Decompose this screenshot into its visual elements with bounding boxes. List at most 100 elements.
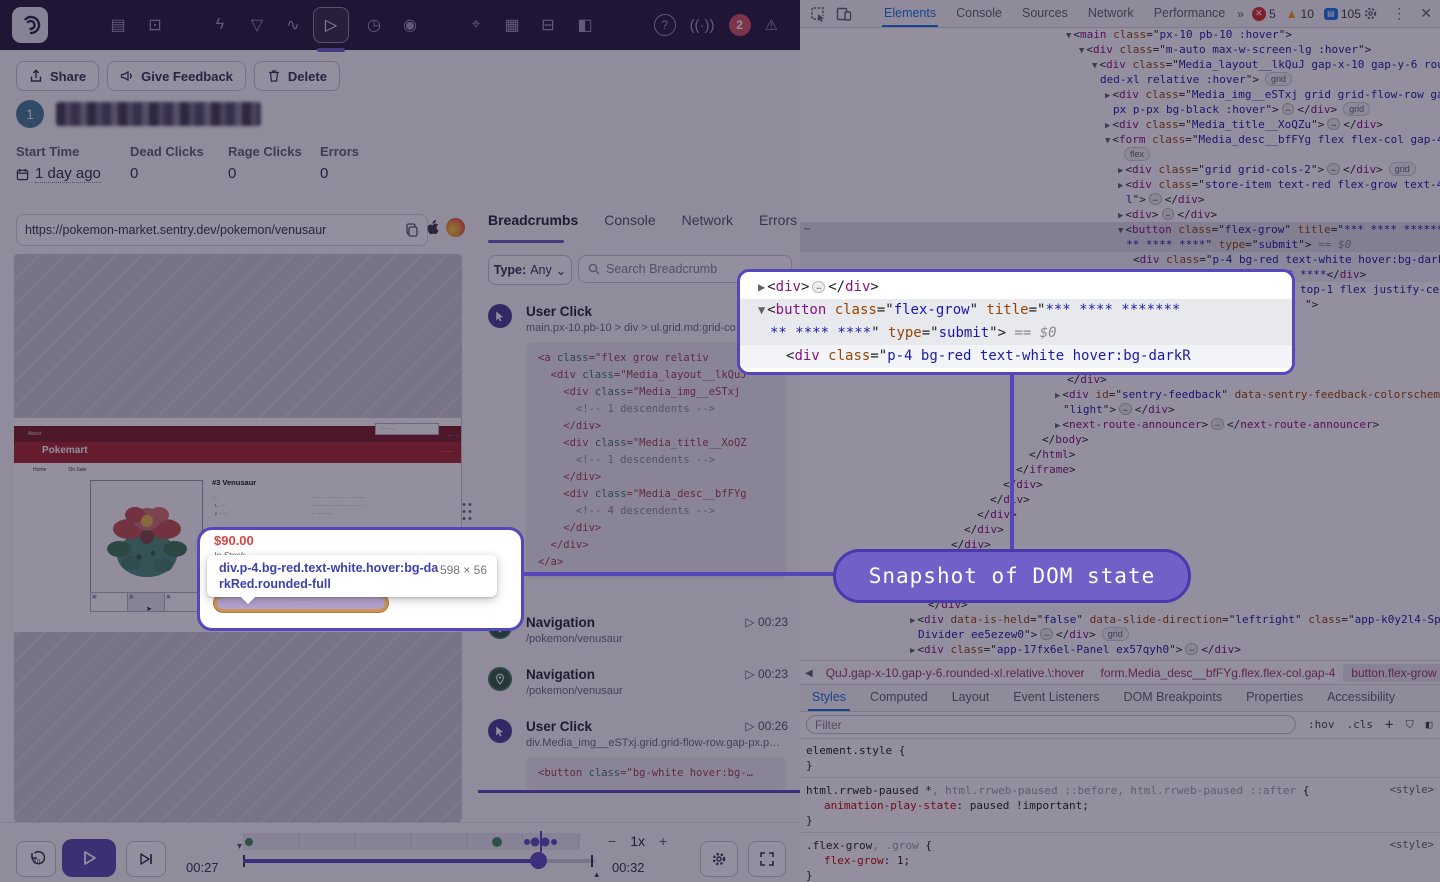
- speed-decrease-button[interactable]: −: [608, 833, 616, 849]
- nav-dashboards-icon[interactable]: ▦: [495, 8, 529, 42]
- dom-tree-row[interactable]: Divider ee5ezew0">…</div>grid: [800, 627, 1440, 642]
- style-rule[interactable]: .flex-grow, .grow {<style>flex-grow: 1;}: [800, 833, 1440, 882]
- dom-tree-row[interactable]: ▼<button class="flex-grow" title="*** **…: [800, 222, 1440, 237]
- timeline-scrubber[interactable]: ▾ ▴: [243, 853, 595, 869]
- give-feedback-button[interactable]: Give Feedback: [107, 61, 246, 91]
- player-settings-button[interactable]: [700, 841, 738, 877]
- timeline-event-dot[interactable]: [531, 837, 540, 846]
- devtools-tab-sources[interactable]: Sources: [1012, 0, 1078, 27]
- notification-badge[interactable]: 2: [729, 14, 751, 36]
- nav-issues-icon[interactable]: ▤: [101, 8, 135, 42]
- devtools-settings-icon[interactable]: [1363, 6, 1378, 21]
- panel-tab-layout[interactable]: Layout: [940, 685, 1002, 711]
- style-origin-link[interactable]: <style>: [1390, 783, 1434, 798]
- panel-tab-styles[interactable]: Styles: [800, 685, 858, 711]
- dom-tree-row[interactable]: </body>: [800, 432, 1440, 447]
- dom-tree-row[interactable]: ▶<div class="app-17fx6el-Panel ex57qyh0"…: [800, 642, 1440, 657]
- dom-tree-row[interactable]: ▶<div class="Media_img__eSTxj grid grid-…: [800, 87, 1440, 102]
- next-breadcrumb-button[interactable]: [126, 841, 166, 877]
- dom-tree-row[interactable]: px p-px bg-black :hover">…</div>grid: [800, 102, 1440, 117]
- style-property[interactable]: flex-grow: 1;: [806, 853, 1434, 868]
- page-nav-link[interactable]: Home: [33, 467, 46, 473]
- timeline-event-dot[interactable]: [541, 837, 550, 846]
- thumbnail-active[interactable]: ▣➤: [127, 592, 165, 612]
- rewind-10-button[interactable]: 10: [16, 841, 56, 877]
- timeline-event-dot[interactable]: [492, 837, 502, 847]
- breadcrumb-timestamp[interactable]: ▷ 00:26: [745, 719, 788, 733]
- timeline-event-dot[interactable]: [551, 839, 557, 845]
- dom-tree-row[interactable]: </div>: [800, 492, 1440, 507]
- dom-tree-row[interactable]: </div>: [800, 507, 1440, 522]
- nav-history-icon[interactable]: ◷: [357, 8, 391, 42]
- breadcrumb-scroll-left-icon[interactable]: ◀: [800, 668, 818, 679]
- speed-increase-button[interactable]: +: [659, 833, 667, 849]
- nav-profiling-icon[interactable]: ▽: [240, 8, 274, 42]
- dom-breadcrumb-selected[interactable]: button.flex-grow: [1343, 664, 1440, 682]
- breadcrumb-item-user-click[interactable]: User Clickdiv.Media_img__eSTxj.grid.grid…: [478, 719, 800, 790]
- devtools-tab-network[interactable]: Network: [1078, 0, 1144, 27]
- breadcrumb-item-navigation[interactable]: Navigation/pokemon/venusaur▷ 00:23: [478, 615, 800, 645]
- nav-releases-icon[interactable]: ⊟: [531, 8, 565, 42]
- dom-tree-row[interactable]: </html>: [800, 447, 1440, 462]
- nav-pins-icon[interactable]: ⌖: [459, 8, 493, 42]
- style-rule[interactable]: element.style {}: [800, 738, 1440, 778]
- dom-tree-row[interactable]: ▶<next-route-announcer>…</next-route-ann…: [800, 417, 1440, 432]
- help-icon[interactable]: ?: [654, 14, 676, 36]
- dom-tree-row[interactable]: </iframe>: [800, 462, 1440, 477]
- broadcast-icon[interactable]: ((·)): [690, 17, 715, 34]
- inspect-element-icon[interactable]: [810, 6, 826, 22]
- dom-breadcrumb-item[interactable]: form.Media_desc__bfFYg.flex.flex-col.gap…: [1093, 664, 1344, 682]
- tab-console[interactable]: Console: [604, 212, 655, 228]
- console-errors-badge[interactable]: ✕5: [1252, 7, 1276, 21]
- tab-breadcrumbs[interactable]: Breadcrumbs: [488, 212, 578, 228]
- device-toolbar-icon[interactable]: [836, 6, 852, 22]
- nav-feedback-icon[interactable]: ◧: [568, 8, 602, 42]
- nav-alerts-icon[interactable]: ◉: [393, 8, 427, 42]
- devtools-tab-console[interactable]: Console: [946, 0, 1012, 27]
- toggle-hover-state-button[interactable]: :hov: [1308, 718, 1335, 731]
- devtools-close-icon[interactable]: ✕: [1420, 5, 1432, 22]
- dom-tree-row[interactable]: flex: [800, 147, 1440, 162]
- warning-icon[interactable]: ⚠: [765, 16, 778, 34]
- computed-sidebar-toggle-icon[interactable]: ◧: [1426, 718, 1433, 731]
- dom-tree-row[interactable]: ▼<form class="Media_desc__bfFYg flex fle…: [800, 132, 1440, 147]
- breadcrumb-item-navigation[interactable]: Navigation/pokemon/venusaur▷ 00:23: [478, 667, 800, 697]
- issues-badge[interactable]: ▤105: [1324, 7, 1361, 21]
- dom-tree-row[interactable]: ▶<div data-is-held="false" data-slide-di…: [800, 612, 1440, 627]
- devtools-tab-performance[interactable]: Performance: [1144, 0, 1236, 27]
- dom-tree-row[interactable]: ded-xl relative :hover">grid: [800, 72, 1440, 87]
- panel-tab-event-listeners[interactable]: Event Listeners: [1001, 685, 1111, 711]
- dom-tree-row[interactable]: ▶<div id="sentry-feedback" data-sentry-f…: [800, 387, 1440, 402]
- panel-tab-accessibility[interactable]: Accessibility: [1315, 685, 1407, 711]
- replay-url[interactable]: https://pokemon-market.sentry.dev/pokemo…: [25, 223, 405, 237]
- dom-tree-row[interactable]: ▼<main class="px-10 pb-10 :hover">: [800, 27, 1440, 42]
- nav-performance-icon[interactable]: ϟ: [203, 8, 237, 42]
- dom-tree-row[interactable]: ▶<div class="grid grid-cols-2">…</div>gr…: [800, 162, 1440, 177]
- dom-tree-row[interactable]: ▶<div class="store-item text-red flex-gr…: [800, 177, 1440, 192]
- thumbnail[interactable]: ▣: [90, 592, 128, 612]
- panel-tab-computed[interactable]: Computed: [858, 685, 940, 711]
- dom-tree-row[interactable]: ▶<div class="Media_title__XoQZu">…</div>: [800, 117, 1440, 132]
- console-warnings-badge[interactable]: ▲10: [1286, 7, 1314, 21]
- tab-errors[interactable]: Errors: [759, 212, 797, 228]
- delete-button[interactable]: Delete: [254, 61, 340, 91]
- page-nav-link[interactable]: On Sale: [68, 467, 86, 473]
- play-button[interactable]: [62, 839, 116, 877]
- timeline-event-dot[interactable]: [524, 839, 530, 845]
- scrub-handle[interactable]: [530, 852, 547, 869]
- nav-metrics-icon[interactable]: ∿: [276, 8, 310, 42]
- dom-tree-row[interactable]: </div>: [800, 522, 1440, 537]
- style-rule[interactable]: html.rrweb-paused *, html.rrweb-paused :…: [800, 778, 1440, 833]
- devtools-tab-elements[interactable]: Elements: [874, 0, 946, 27]
- dom-breadcrumb-item[interactable]: QuJ.gap-x-10.gap-y-6.rounded-xl.relative…: [818, 664, 1093, 682]
- dom-tree-row[interactable]: ** **** ****" type="submit"> == $0: [800, 237, 1440, 252]
- color-scheme-button[interactable]: ⛉: [1405, 718, 1413, 732]
- panel-resize-handle[interactable]: [461, 501, 473, 523]
- panel-tab-dom-breakpoints[interactable]: DOM Breakpoints: [1111, 685, 1234, 711]
- dom-tree-row[interactable]: </div>: [800, 477, 1440, 492]
- breadcrumb-timestamp[interactable]: ▷ 00:23: [745, 667, 788, 681]
- tab-network[interactable]: Network: [682, 212, 733, 228]
- dom-tree-row[interactable]: ▼<div class="m-auto max-w-screen-lg :hov…: [800, 42, 1440, 57]
- dom-tree-row[interactable]: ▼<div class="Media_layout__lkQuJ gap-x-1…: [800, 57, 1440, 72]
- devtools-menu-icon[interactable]: ⋮: [1392, 5, 1406, 22]
